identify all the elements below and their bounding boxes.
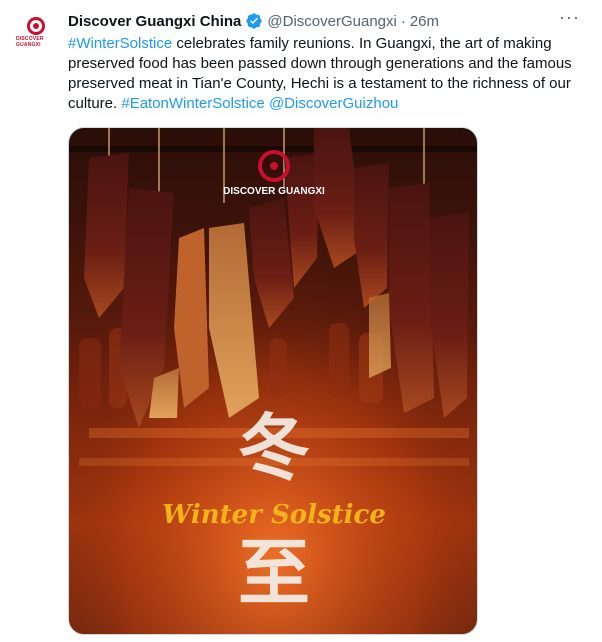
handle[interactable]: @DiscoverGuangxi xyxy=(267,13,396,30)
display-name[interactable]: Discover Guangxi China xyxy=(68,13,241,30)
hashtag-eatonwintersolstice[interactable]: #EatonWinterSolstice xyxy=(121,95,264,112)
tweet-text: #WinterSolstice celebrates family reunio… xyxy=(68,34,588,114)
english-title: Winter Solstice xyxy=(162,500,386,530)
chinese-title-char-2: 至 xyxy=(238,531,310,615)
tweet-header: Discover Guangxi China @DiscoverGuangxi … xyxy=(68,10,586,32)
verified-badge-icon xyxy=(246,13,263,29)
brand-logo xyxy=(27,16,45,35)
tweet-image[interactable]: DISCOVER GUANGXI 冬 至 Winter Solstice xyxy=(68,127,478,635)
preserved-meat-photo: DISCOVER GUANGXI 冬 至 Winter Solstice xyxy=(69,128,477,634)
hashtag-wintersolstice[interactable]: #WinterSolstice xyxy=(68,35,172,52)
more-icon[interactable]: ··· xyxy=(559,8,580,26)
image-logo-text: DISCOVER GUANGXI xyxy=(223,186,325,197)
avatar[interactable]: DISCOVER GUANGXI xyxy=(16,12,56,52)
separator: · xyxy=(400,12,406,30)
avatar-label: DISCOVER GUANGXI xyxy=(16,35,44,48)
timestamp[interactable]: 26m xyxy=(410,13,439,30)
tweet[interactable]: DISCOVER GUANGXI Discover Guangxi China … xyxy=(0,0,602,642)
chinese-title-char-1: 冬 xyxy=(238,406,310,490)
mention-discoverguizhou[interactable]: @DiscoverGuizhou xyxy=(269,95,398,112)
